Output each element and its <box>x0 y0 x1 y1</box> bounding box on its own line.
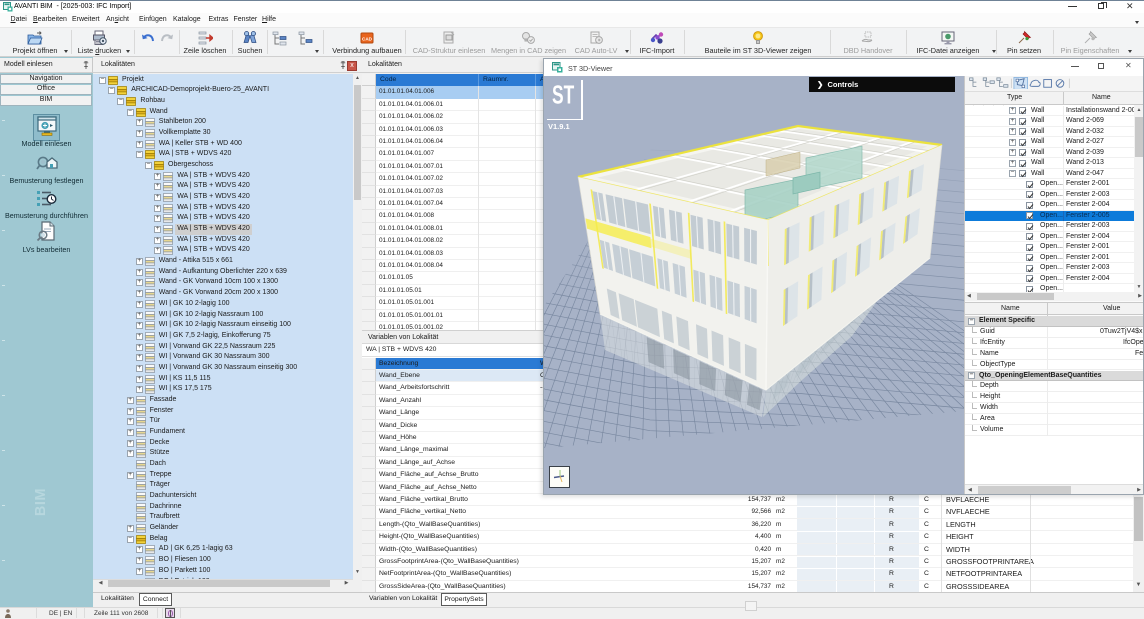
svg-text:CAD: CAD <box>362 37 373 42</box>
